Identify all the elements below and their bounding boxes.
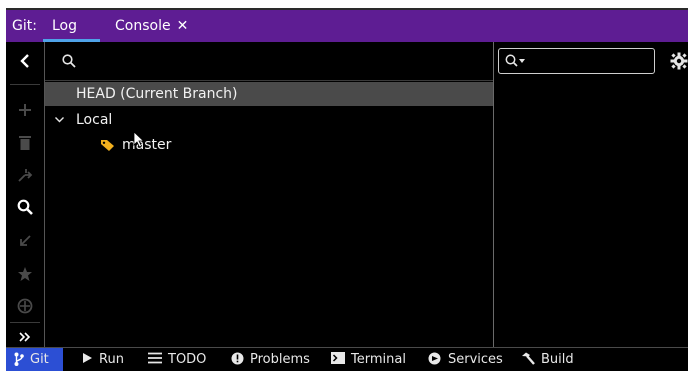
- mouse-cursor-icon: [133, 131, 145, 148]
- play-icon: [83, 353, 92, 363]
- toolbar-divider: [10, 84, 40, 85]
- chevron-left-icon: [20, 54, 29, 68]
- search-options-icon[interactable]: [505, 54, 527, 68]
- tool-label-run: Run: [99, 352, 124, 367]
- hammer-icon: [522, 352, 535, 365]
- navigate-button[interactable]: [6, 294, 44, 318]
- trash-icon: [19, 135, 31, 150]
- git-tool-window: Git: Log Console ✕ HEAD (Current Branch)…: [6, 8, 688, 371]
- chevron-down-icon[interactable]: [55, 117, 64, 123]
- tool-button-run[interactable]: Run: [82, 352, 124, 371]
- tool-button-todo[interactable]: TODO: [148, 352, 206, 371]
- tool-label-terminal: Terminal: [351, 352, 406, 367]
- arrow-down-left-icon: [20, 235, 31, 246]
- tool-label-problems: Problems: [250, 352, 310, 367]
- tool-label-todo: TODO: [168, 352, 207, 367]
- branch-group-label-local: Local: [76, 112, 113, 128]
- tool-label-services: Services: [448, 352, 503, 367]
- tag-icon: [101, 140, 114, 151]
- branch-tree-row-local[interactable]: Local: [45, 108, 493, 132]
- double-chevron-right-icon: [19, 332, 31, 342]
- search-icon: [17, 199, 33, 215]
- terminal-icon: [331, 352, 345, 364]
- toolbar-divider: [10, 322, 40, 323]
- branch-tree-row-master[interactable]: master: [45, 133, 493, 157]
- tool-label-build: Build: [541, 352, 574, 367]
- more-actions-button[interactable]: [6, 328, 44, 346]
- tool-button-build[interactable]: Build: [521, 352, 574, 371]
- search-icon: [62, 54, 76, 68]
- new-branch-button[interactable]: [6, 98, 44, 122]
- branch-search-field[interactable]: [45, 42, 493, 81]
- branch-label-master: master: [122, 137, 172, 153]
- crosshair-icon: [17, 298, 33, 314]
- tool-button-git[interactable]: Git: [6, 348, 63, 371]
- panel-divider[interactable]: [493, 42, 494, 347]
- tool-button-problems[interactable]: Problems: [231, 352, 310, 371]
- list-icon: [148, 352, 162, 364]
- log-toolbar: [6, 42, 45, 347]
- tool-button-services[interactable]: Services: [427, 352, 503, 371]
- update-branch-button[interactable]: [6, 229, 44, 253]
- tab-console-label: Console: [115, 18, 171, 34]
- tool-window-bar: Git Run TODO Problems Terminal Services …: [6, 347, 688, 371]
- git-branch-icon: [14, 352, 24, 366]
- branch-tree-row-head[interactable]: HEAD (Current Branch): [45, 82, 493, 106]
- delete-branch-button[interactable]: [6, 130, 44, 154]
- warning-icon: [231, 352, 244, 365]
- close-icon[interactable]: ✕: [177, 18, 189, 34]
- tab-log[interactable]: Log: [52, 10, 77, 42]
- tool-window-tab-bar: Git: Log Console ✕: [6, 10, 688, 42]
- plus-icon: [19, 104, 31, 116]
- favorite-branch-button[interactable]: [6, 262, 44, 286]
- merge-branch-button[interactable]: [6, 163, 44, 187]
- commit-search-input[interactable]: [498, 48, 655, 74]
- git-tool-title: Git:: [12, 18, 37, 34]
- merge-icon: [18, 169, 33, 182]
- search-branches-button[interactable]: [6, 195, 44, 219]
- branch-label-head: HEAD (Current Branch): [76, 86, 238, 102]
- collapse-panel-button[interactable]: [6, 49, 44, 73]
- services-icon: [428, 352, 441, 365]
- gear-icon[interactable]: [670, 51, 688, 71]
- tool-button-terminal[interactable]: Terminal: [331, 352, 406, 371]
- tool-label-git: Git: [30, 352, 49, 367]
- tab-console[interactable]: Console ✕: [115, 10, 188, 42]
- star-icon: [18, 267, 32, 281]
